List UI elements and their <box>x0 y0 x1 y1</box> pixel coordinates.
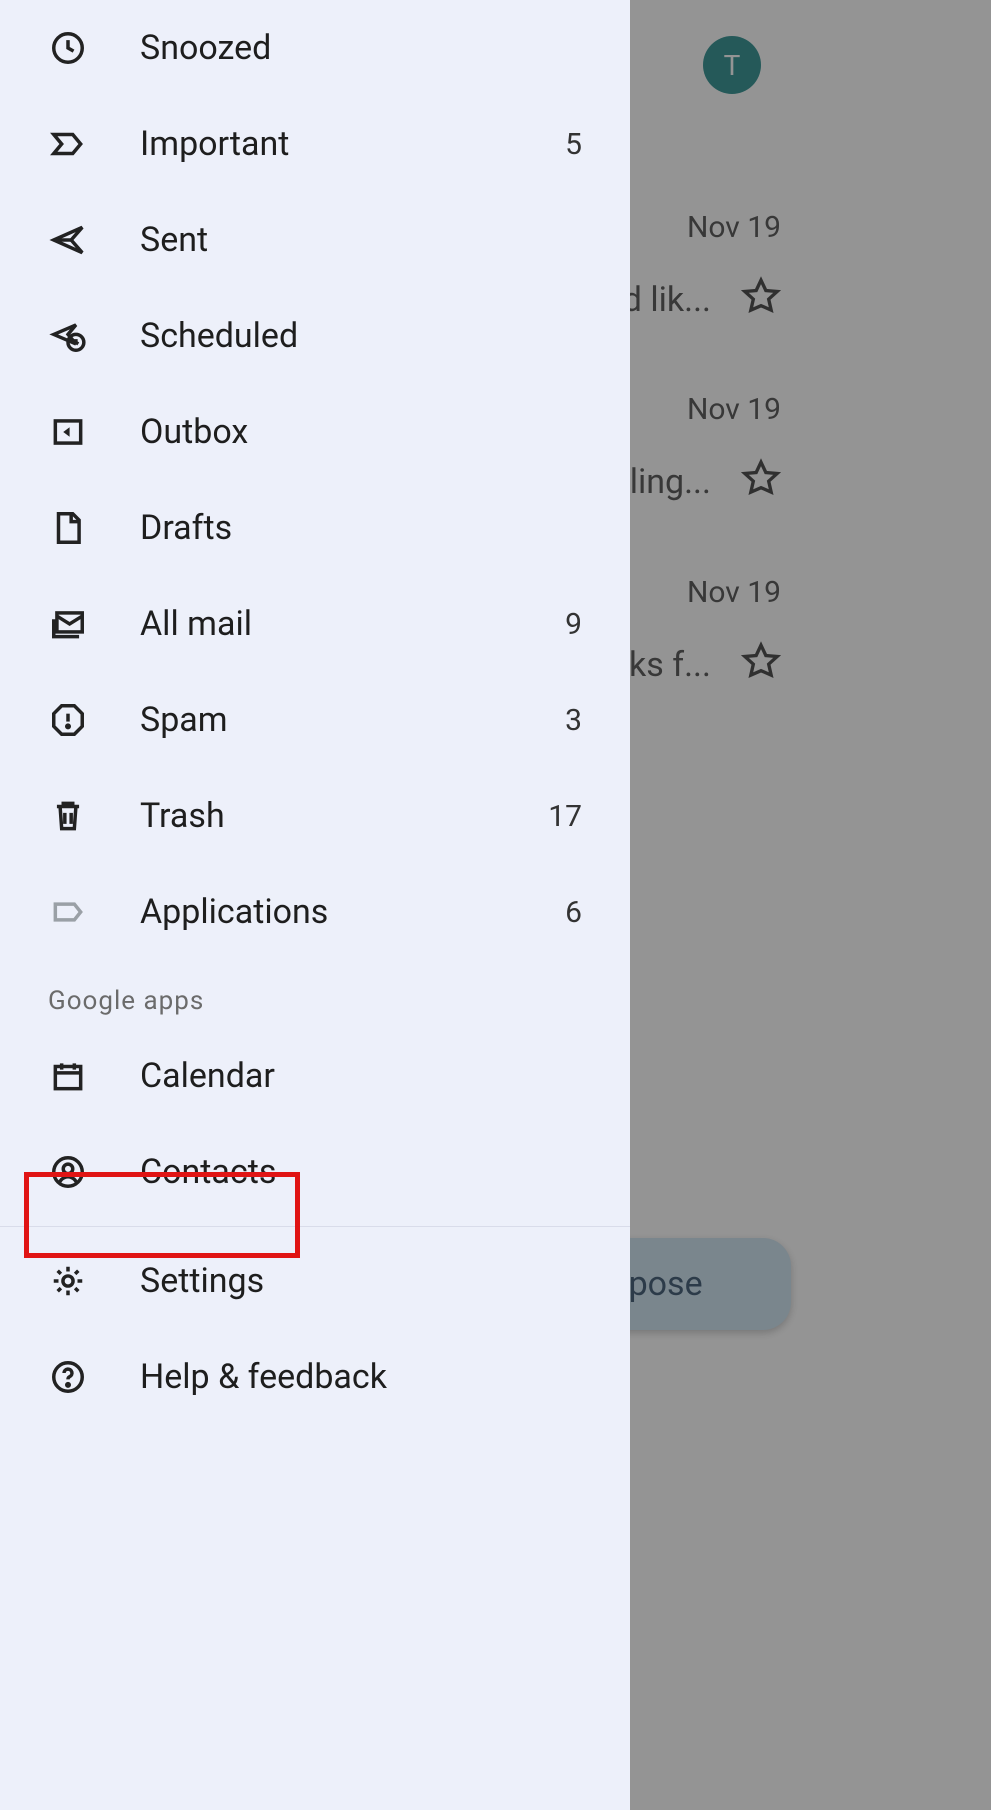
nav-item-drafts[interactable]: Drafts <box>0 480 630 576</box>
draft-icon <box>48 508 88 548</box>
calendar-icon <box>48 1056 88 1096</box>
nav-item-snoozed[interactable]: Snoozed <box>0 0 630 96</box>
clock-icon <box>48 28 88 68</box>
nav-item-outbox[interactable]: Outbox <box>0 384 630 480</box>
divider <box>0 1226 630 1227</box>
spam-icon <box>48 700 88 740</box>
help-icon <box>48 1357 88 1397</box>
nav-label: Outbox <box>140 412 582 452</box>
nav-item-help[interactable]: Help & feedback <box>0 1329 630 1425</box>
nav-item-allmail[interactable]: All mail 9 <box>0 576 630 672</box>
section-header-google-apps: Google apps <box>0 960 630 1028</box>
label-icon <box>48 892 88 932</box>
nav-label: Spam <box>140 700 565 740</box>
nav-label: Settings <box>140 1261 602 1301</box>
nav-item-sent[interactable]: Sent <box>0 192 630 288</box>
navigation-drawer: Snoozed Important 5 Sent Scheduled <box>0 0 630 1810</box>
settings-icon <box>48 1261 88 1301</box>
nav-count: 5 <box>565 127 602 162</box>
allmail-icon <box>48 604 88 644</box>
nav-count: 6 <box>565 895 602 930</box>
important-icon <box>48 124 88 164</box>
nav-label: Drafts <box>140 508 582 548</box>
nav-item-contacts[interactable]: Contacts <box>0 1124 630 1220</box>
nav-item-scheduled[interactable]: Scheduled <box>0 288 630 384</box>
trash-icon <box>48 796 88 836</box>
nav-label: Sent <box>140 220 582 260</box>
outbox-icon <box>48 412 88 452</box>
nav-item-important[interactable]: Important 5 <box>0 96 630 192</box>
nav-label: Scheduled <box>140 316 582 356</box>
nav-item-applications[interactable]: Applications 6 <box>0 864 630 960</box>
nav-label: All mail <box>140 604 565 644</box>
nav-item-calendar[interactable]: Calendar <box>0 1028 630 1124</box>
nav-label: Important <box>140 124 565 164</box>
nav-item-trash[interactable]: Trash 17 <box>0 768 630 864</box>
nav-label: Help & feedback <box>140 1357 602 1397</box>
nav-label: Trash <box>140 796 548 836</box>
contacts-icon <box>48 1152 88 1192</box>
nav-item-spam[interactable]: Spam 3 <box>0 672 630 768</box>
nav-label: Applications <box>140 892 565 932</box>
nav-item-settings[interactable]: Settings <box>0 1233 630 1329</box>
nav-count: 9 <box>565 607 602 642</box>
nav-count: 3 <box>565 703 602 738</box>
nav-label: Calendar <box>140 1056 602 1096</box>
scheduled-icon <box>48 316 88 356</box>
send-icon <box>48 220 88 260</box>
nav-label: Snoozed <box>140 28 582 68</box>
nav-count: 17 <box>548 799 602 834</box>
nav-label: Contacts <box>140 1152 602 1192</box>
